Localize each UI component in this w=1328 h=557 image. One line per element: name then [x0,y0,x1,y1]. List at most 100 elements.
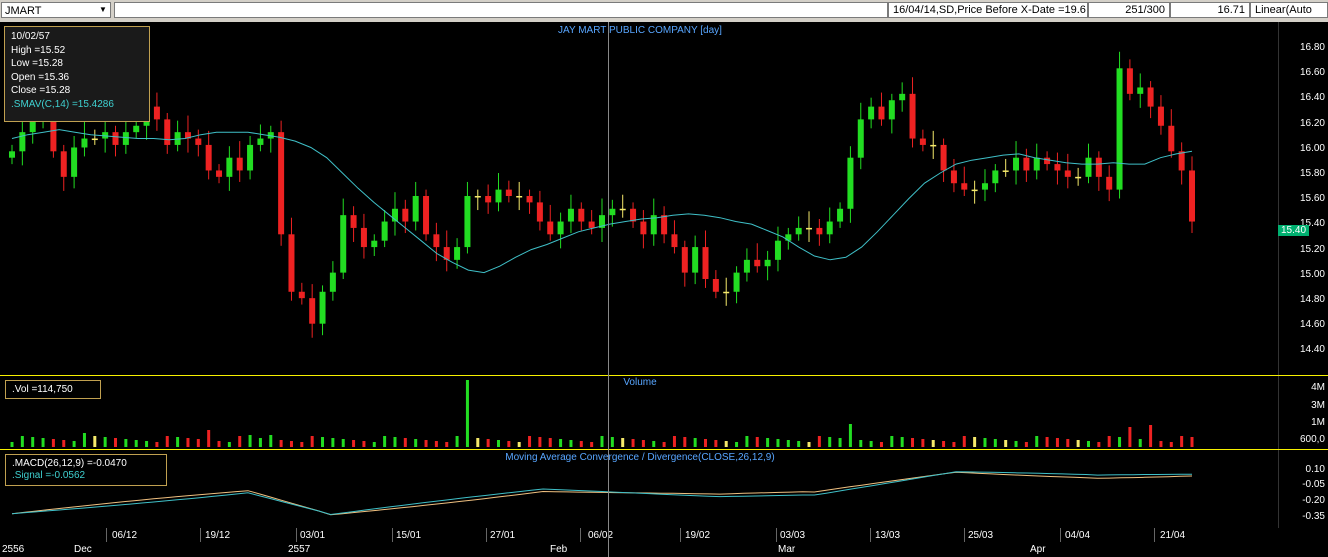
candle-body [474,196,481,198]
candle-body [1044,157,1051,165]
candle-body [764,259,771,267]
info-low: Low =15.28 [11,58,63,70]
volume-bar [704,439,708,447]
macd-value: .MACD(26,12,9) =-0.0470 [12,458,127,469]
volume-bar [755,437,759,447]
volume-bar [383,436,387,447]
axis-tick-label: 0.10 [1305,464,1325,475]
volume-bar [672,436,676,447]
current-price-tag: 15.40 [1278,225,1310,236]
candle-body [712,279,719,292]
axis-tick-label: -0.35 [1302,511,1325,522]
candle-body [1126,68,1133,94]
volume-bar [600,436,604,447]
candle-body [909,93,916,139]
date-tick-label: 25/03 [968,530,994,541]
volume-bar [1107,436,1111,447]
volume-bar [455,436,459,447]
volume-bar [962,436,966,447]
price-chart-panel[interactable]: JAY MART PUBLIC COMPANY [day] 10/02/57 H… [0,22,1278,375]
macd-panel[interactable]: Moving Average Convergence / Divergence(… [0,450,1278,528]
volume-bar [952,442,956,447]
price-info-box: 10/02/57 High =15.52 Low =15.28 Open =15… [4,26,150,122]
candle-body [195,138,202,145]
date-tick-mark [580,528,581,542]
signal-line [11,471,1192,516]
candle-body [671,234,678,248]
candle-body [588,221,595,228]
volume-bar [62,440,66,447]
candle-body [464,196,471,248]
candle-body [71,147,78,177]
axis-tick-label: 15.20 [1299,243,1325,255]
volume-bar [776,439,780,447]
volume-bar [341,439,345,447]
volume-bar [631,439,635,447]
candle-body [878,106,885,120]
candle-body [433,234,440,248]
candle-body [930,144,937,147]
volume-bar [10,442,14,447]
date-period-label: 2557 [288,544,311,555]
candle-body [919,138,926,145]
candle-body [9,151,15,158]
scale-mode-field[interactable]: Linear(Auto [1250,2,1328,18]
date-tick-mark [680,528,681,542]
candle-body [371,240,378,248]
info-high: High =15.52 [11,44,66,56]
candle-body [826,221,833,235]
volume-bar [289,441,293,447]
volume-bar [217,441,221,447]
volume-bar [1045,437,1049,447]
volume-bar [1169,442,1173,447]
candle-body [971,189,978,192]
symbol-select[interactable]: JMART ▼ [1,2,111,18]
volume-bar [528,436,532,447]
candle-body [402,208,409,222]
candle-body [940,144,947,171]
date-period-label: 2556 [2,544,25,555]
volume-bar [1055,438,1059,447]
macd-info-box: .MACD(26,12,9) =-0.0470 .Signal =-0.0562 [5,454,167,486]
candle-body [567,208,574,222]
chevron-down-icon[interactable]: ▼ [96,3,110,17]
volume-bar [269,435,273,447]
axis-tick-label: -0.20 [1302,495,1325,506]
volume-bar [82,433,86,447]
volume-bar [1076,440,1080,447]
volume-bar [911,438,915,447]
candle-body [257,138,264,145]
volume-bar [258,438,262,447]
axis-tick-label: 15.60 [1299,193,1325,205]
candle-body [1137,87,1144,94]
date-tick-label: 03/03 [780,530,806,541]
volume-bar [186,438,190,447]
volume-bar [869,441,873,447]
axis-tick-label: 16.00 [1299,142,1325,154]
volume-bar [403,438,407,447]
candle-body [112,132,119,145]
date-tick-mark [392,528,393,542]
candle-body [837,208,844,222]
volume-bar [486,439,490,447]
volume-bar [124,439,128,447]
candlestick-chart [9,51,1195,338]
candle-body [350,215,357,228]
volume-bar [838,438,842,447]
volume-bar [517,442,521,447]
volume-panel[interactable]: Volume .Vol =114,750 [0,376,1278,449]
candle-body [1168,125,1175,152]
candle-body [1033,157,1040,171]
volume-bar [424,440,428,447]
candle-body [1147,87,1154,107]
candle-body [91,138,98,141]
volume-bar [372,442,376,447]
volume-bar [72,441,76,447]
candle-body [950,170,957,184]
volume-bar [352,440,356,447]
candle-body [661,215,668,235]
volume-bar [641,440,645,447]
candle-body [857,119,864,158]
axis-tick-label: 16.60 [1299,67,1325,79]
volume-bar [1180,436,1184,447]
